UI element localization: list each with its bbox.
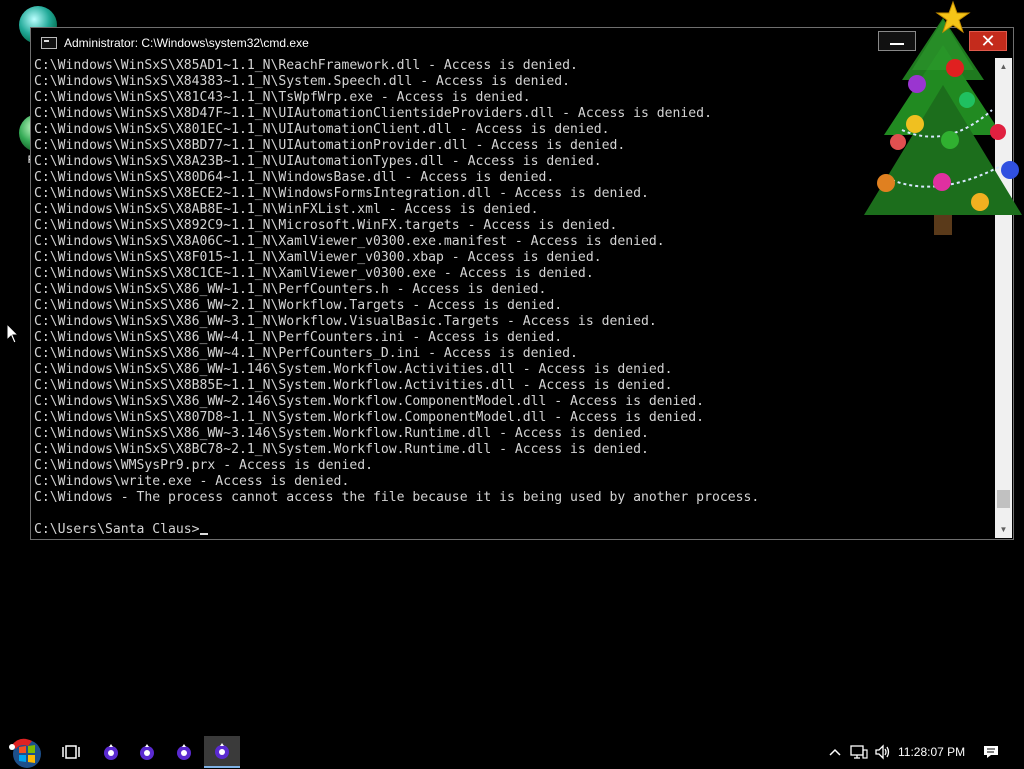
scrollbar-thumb[interactable]: [997, 490, 1010, 509]
console-line: C:\Windows\WinSxS\X86_WW~3.1_N\Workflow.…: [34, 314, 657, 329]
console-line: C:\Windows\WinSxS\X8A06C~1.1_N\XamlViewe…: [34, 234, 665, 249]
action-center-button[interactable]: [980, 736, 1002, 768]
command-prompt: C:\Users\Santa Claus>: [34, 522, 994, 538]
console-line: C:\Windows\WinSxS\X80D64~1.1_N\WindowsBa…: [34, 170, 555, 185]
triangle-down-icon: ▼: [999, 525, 1008, 534]
console-line: C:\Windows\WinSxS\X8D47F~1.1_N\UIAutomat…: [34, 106, 712, 121]
volume-button[interactable]: [873, 736, 893, 768]
scroll-down-button[interactable]: ▼: [995, 521, 1012, 538]
console-line: C:\Windows\WinSxS\X8C1CE~1.1_N\XamlViewe…: [34, 266, 594, 281]
console-line: C:\Windows\WinSxS\X8ECE2~1.1_N\WindowsFo…: [34, 186, 649, 201]
notification-icon: [984, 746, 998, 758]
console-line: C:\Windows\WinSxS\X86_WW~4.1_N\PerfCount…: [34, 346, 578, 361]
console-line: C:\Windows\WinSxS\X8F015~1.1_N\XamlViewe…: [34, 250, 602, 265]
task-view-button[interactable]: [53, 736, 89, 768]
console-line: C:\Windows\WinSxS\X892C9~1.1_N\Microsoft…: [34, 218, 618, 233]
console-line: C:\Windows\WinSxS\X86_WW~1.1_N\PerfCount…: [34, 282, 547, 297]
console-line: C:\Windows\WinSxS\X86_WW~3.146\System.Wo…: [34, 426, 649, 441]
cmd-app-icon: [215, 743, 229, 759]
network-icon: [850, 745, 868, 759]
console-line: C:\Windows\WinSxS\X86_WW~2.146\System.Wo…: [34, 394, 705, 409]
console-line: C:\Windows\WinSxS\X86_WW~4.1_N\PerfCount…: [34, 330, 563, 345]
text-cursor: [199, 533, 208, 535]
taskbar-clock[interactable]: 11:28:07 PM: [898, 736, 965, 768]
cmd-app-icon: [140, 744, 154, 760]
show-hidden-icons-button[interactable]: [826, 736, 844, 768]
network-button[interactable]: [849, 736, 869, 768]
console-line: C:\Windows\WinSxS\X8BC78~2.1_N\System.Wo…: [34, 442, 649, 457]
console-line: C:\Windows\WinSxS\X85AD1~1.1_N\ReachFram…: [34, 58, 578, 73]
console-line: C:\Windows\write.exe - Access is denied.: [34, 474, 350, 489]
christmas-tree-icon: [864, 0, 1022, 235]
windows-start-icon[interactable]: [8, 737, 46, 769]
console-output[interactable]: C:\Windows\WinSxS\X85AD1~1.1_N\ReachFram…: [34, 58, 994, 538]
console-line: C:\Windows\WinSxS\X8B85E~1.1_N\System.Wo…: [34, 378, 673, 393]
console-line: C:\Windows\WinSxS\X86_WW~2.1_N\Workflow.…: [34, 298, 563, 313]
window-title: Administrator: C:\Windows\system32\cmd.e…: [64, 35, 309, 50]
volume-icon: [875, 744, 890, 760]
console-line: C:\Windows\WinSxS\X8BD77~1.1_N\UIAutomat…: [34, 138, 626, 153]
cmd-app-icon: [104, 744, 118, 760]
taskbar-cmd-app-2[interactable]: [129, 736, 165, 768]
console-line: C:\Windows\WinSxS\X86_WW~1.146\System.Wo…: [34, 362, 673, 377]
console-line: C:\Windows - The process cannot access t…: [34, 490, 760, 505]
chevron-up-icon: [829, 748, 841, 756]
console-line: C:\Windows\WinSxS\X801EC~1.1_N\UIAutomat…: [34, 122, 610, 137]
task-view-icon: [62, 745, 80, 759]
mouse-pointer-icon: [6, 323, 20, 344]
taskbar: 11:28:07 PM: [0, 736, 1024, 768]
console-line: C:\Windows\WinSxS\X84383~1.1_N\System.Sp…: [34, 74, 571, 89]
taskbar-cmd-app-3[interactable]: [166, 736, 202, 768]
console-line: C:\Windows\WinSxS\X807D8~1.1_N\System.Wo…: [34, 410, 705, 425]
cmd-app-icon: [177, 744, 191, 760]
console-line: C:\Windows\WinSxS\X8A23B~1.1_N\UIAutomat…: [34, 154, 602, 169]
console-line: C:\Windows\WinSxS\X8AB8E~1.1_N\WinFXList…: [34, 202, 539, 217]
taskbar-cmd-app-1[interactable]: [93, 736, 129, 768]
console-line: C:\Windows\WinSxS\X81C43~1.1_N\TsWpfWrp.…: [34, 90, 531, 105]
cmd-icon: [41, 36, 57, 49]
taskbar-cmd-app-active[interactable]: [204, 736, 240, 768]
console-line: C:\Windows\WMSysPr9.prx - Access is deni…: [34, 458, 373, 473]
